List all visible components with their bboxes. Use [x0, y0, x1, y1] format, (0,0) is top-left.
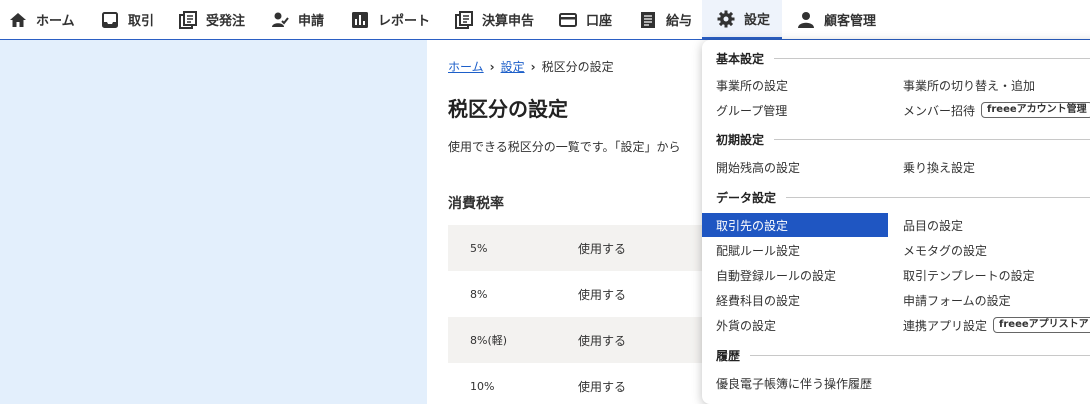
section-title: 消費税率 — [448, 196, 504, 212]
nav-reports-label: レポート — [378, 14, 431, 29]
nav-accounts[interactable]: 口座 — [558, 0, 612, 39]
ledger-icon — [638, 10, 658, 30]
nav-clients-label: 顧客管理 — [824, 14, 877, 29]
menu-memo-tags[interactable]: メモタグの設定 — [889, 238, 1090, 262]
breadcrumb: ホーム › 設定 › 税区分の設定 — [448, 58, 614, 75]
nav-clients[interactable]: 顧客管理 — [796, 0, 876, 39]
chevron-right-icon: › — [489, 59, 495, 74]
menu-items[interactable]: 品目の設定 — [889, 213, 1090, 237]
menu-allocation-rules[interactable]: 配賦ルール設定 — [702, 238, 888, 262]
person-icon — [796, 10, 816, 30]
menu-migration[interactable]: 乗り換え設定 — [889, 155, 1090, 179]
app-store-badge: freeeアプリストア — [993, 317, 1090, 333]
menu-ebook-log[interactable]: 優良電子帳簿に伴う操作履歴 — [702, 371, 902, 395]
nav-settings[interactable]: 設定 — [702, 0, 782, 39]
nav-closing[interactable]: 決算申告 — [454, 0, 534, 39]
menu-office-settings[interactable]: 事業所の設定 — [702, 73, 888, 97]
menu-auto-register[interactable]: 自動登録ルールの設定 — [702, 263, 888, 287]
nav-requests[interactable]: 申請 — [270, 0, 324, 39]
gear-icon — [716, 9, 736, 29]
rate-cell: 8% — [470, 287, 488, 301]
nav-reports[interactable]: レポート — [350, 0, 430, 39]
rate-cell: 8%(軽) — [470, 334, 508, 347]
menu-apps-label: 連携アプリ設定 — [903, 318, 988, 333]
breadcrumb-current: 税区分の設定 — [541, 60, 614, 74]
nav-closing-label: 決算申告 — [482, 14, 535, 29]
group-data-header: データ設定 — [716, 189, 1090, 206]
nav-requests-label: 申請 — [298, 14, 325, 29]
divider — [786, 197, 1090, 198]
user-check-icon — [270, 10, 290, 30]
breadcrumb-home-link[interactable]: ホーム — [448, 58, 484, 75]
menu-group-management[interactable]: グループ管理 — [702, 98, 888, 122]
documents-icon — [178, 10, 198, 30]
menu-templates[interactable]: 取引テンプレートの設定 — [889, 263, 1090, 287]
nav-home-label: ホーム — [36, 14, 75, 29]
status-cell: 使用する — [578, 241, 627, 256]
divider — [750, 355, 1090, 356]
menu-currency[interactable]: 外貨の設定 — [702, 313, 888, 337]
nav-home[interactable]: ホーム — [8, 0, 75, 39]
status-cell: 使用する — [578, 379, 627, 394]
nav-payroll[interactable]: 給与 — [638, 0, 692, 39]
menu-apps[interactable]: 連携アプリ設定 freeeアプリストア — [889, 313, 1090, 337]
group-history-header: 履歴 — [716, 347, 1090, 364]
global-nav: ホーム 取引 受発注 申請 レポート 決算申告 口座 給与 設定 顧客管理 — [0, 0, 1090, 40]
menu-request-forms[interactable]: 申請フォームの設定 — [889, 288, 1090, 312]
settings-dropdown-menu: 基本設定 事業所の設定 事業所の切り替え・追加 グループ管理 メンバー招待 fr… — [702, 40, 1090, 404]
nav-payroll-label: 給与 — [666, 14, 693, 29]
divider — [774, 58, 1090, 59]
nav-accounts-label: 口座 — [586, 14, 613, 29]
menu-office-switch[interactable]: 事業所の切り替え・追加 — [889, 73, 1090, 97]
rate-cell: 10% — [470, 379, 495, 393]
divider — [774, 139, 1090, 140]
card-icon — [558, 10, 578, 30]
group-initial-title: 初期設定 — [716, 133, 765, 147]
nav-deals-label: 取引 — [128, 14, 155, 29]
status-cell: 使用する — [578, 287, 627, 302]
group-history-title: 履歴 — [716, 349, 741, 363]
group-data-title: データ設定 — [716, 191, 777, 205]
breadcrumb-settings-link[interactable]: 設定 — [501, 58, 525, 75]
nav-orders-label: 受発注 — [206, 14, 246, 29]
chevron-right-icon: › — [530, 59, 536, 74]
status-cell: 使用する — [578, 333, 627, 348]
nav-deals[interactable]: 取引 — [100, 0, 154, 39]
page-description: 使用できる税区分の一覧です。「設定」から — [448, 140, 681, 154]
side-pane — [0, 40, 427, 404]
freee-account-badge: freeeアカウント管理 — [981, 102, 1090, 118]
home-icon — [8, 10, 28, 30]
menu-member-invite[interactable]: メンバー招待 freeeアカウント管理 — [889, 98, 1090, 122]
group-basic-title: 基本設定 — [716, 52, 765, 66]
documents-icon — [454, 10, 474, 30]
menu-partners[interactable]: 取引先の設定 — [702, 213, 888, 237]
group-initial-header: 初期設定 — [716, 131, 1090, 148]
page-title: 税区分の設定 — [448, 97, 568, 121]
menu-expense-accounts[interactable]: 経費科目の設定 — [702, 288, 888, 312]
menu-opening-balance[interactable]: 開始残高の設定 — [702, 155, 888, 179]
nav-orders[interactable]: 受発注 — [178, 0, 245, 39]
nav-settings-label: 設定 — [744, 13, 771, 28]
menu-member-invite-label: メンバー招待 — [903, 103, 976, 118]
group-basic-header: 基本設定 — [716, 50, 1090, 67]
inbox-icon — [100, 10, 120, 30]
rate-cell: 5% — [470, 241, 488, 255]
chart-icon — [350, 10, 370, 30]
